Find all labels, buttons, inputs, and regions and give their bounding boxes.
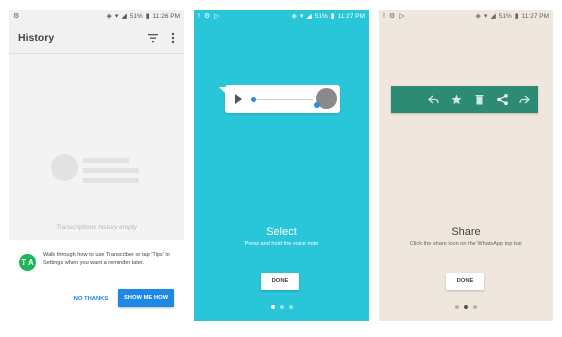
slide-subtitle: Click the share icon on the WhatsApp top…	[409, 241, 523, 247]
bubble-tail	[219, 87, 225, 93]
vibrate-icon: ◈	[475, 13, 481, 20]
page-dot	[270, 305, 275, 309]
wifi-icon: ▾	[299, 13, 304, 20]
page-dot	[288, 305, 293, 309]
filter-icon[interactable]	[147, 32, 159, 44]
battery-icon: ▮	[330, 13, 335, 20]
play-icon[interactable]	[235, 94, 242, 104]
page-dot	[455, 305, 459, 309]
status-time: 11:26 PM	[152, 13, 180, 20]
page-title: History	[18, 32, 55, 44]
status-time: 11:27 PM	[521, 13, 549, 20]
battery-percent: 51%	[129, 13, 143, 20]
show-me-how-button[interactable]: SHOW ME HOW	[118, 289, 174, 307]
signal-icon: ◢	[490, 13, 496, 20]
delete-icon[interactable]	[473, 93, 486, 106]
select-tutorial-screen: ! ⚙ ▷ ◈ ▾ ◢ 51% ▮ 11:27 PM Select Press …	[194, 10, 369, 321]
whatsapp-toolbar	[391, 86, 538, 113]
notification-icon: !	[198, 13, 200, 20]
wifi-icon: ▾	[483, 13, 488, 20]
notification-icon: ⚙	[388, 13, 396, 20]
vibrate-icon: ◈	[106, 13, 112, 20]
share-icon[interactable]	[496, 93, 509, 106]
battery-icon: ▮	[514, 13, 519, 20]
voice-note-bubble[interactable]	[219, 85, 340, 113]
app-bar: History	[9, 24, 184, 54]
battery-percent: 51%	[314, 13, 328, 20]
battery-icon: ▮	[145, 13, 150, 20]
empty-state-text: Transcriptions history empty	[56, 224, 137, 231]
placeholder-avatar	[51, 154, 78, 181]
slide-title: Share	[451, 226, 481, 238]
done-button[interactable]: DONE	[261, 273, 299, 290]
history-screen: ⚙ ◈ ▾ ◢ 51% ▮ 11:26 PM History Transcrip…	[9, 10, 184, 321]
signal-icon: ◢	[121, 13, 127, 20]
page-dot	[464, 305, 468, 309]
done-button[interactable]: DONE	[446, 273, 484, 290]
page-dot	[473, 305, 477, 309]
mic-icon	[314, 102, 320, 108]
notification-icon: !	[383, 13, 385, 20]
page-indicator	[194, 305, 369, 309]
forward-icon[interactable]	[518, 93, 531, 106]
notification-icon: ⚙	[13, 13, 20, 20]
placeholder-line	[83, 178, 139, 183]
audio-scrubber[interactable]	[251, 97, 256, 102]
slide-subtitle: Press and hold the voice note	[244, 241, 319, 247]
slide-title: Select	[266, 226, 297, 238]
play-store-icon: ▷	[399, 13, 405, 20]
app-avatar-icon: T A	[19, 254, 36, 271]
reply-icon[interactable]	[427, 93, 440, 106]
no-thanks-button[interactable]: NO THANKS	[69, 291, 113, 307]
vibrate-icon: ◈	[291, 13, 297, 20]
play-store-icon: ▷	[214, 13, 220, 20]
star-icon[interactable]	[450, 93, 463, 106]
history-list-area: Transcriptions history empty	[9, 54, 184, 240]
more-vert-icon[interactable]	[169, 31, 177, 45]
notification-icon: ⚙	[203, 13, 211, 20]
placeholder-line	[83, 168, 139, 173]
page-dot	[279, 305, 284, 309]
onboarding-tip: T A Walk through how to use Transcriber …	[9, 240, 184, 321]
audio-track[interactable]	[253, 99, 313, 100]
status-bar: ! ⚙ ▷ ◈ ▾ ◢ 51% ▮ 11:27 PM	[194, 10, 369, 24]
tip-text: Walk through how to use Transcriber or t…	[43, 252, 170, 266]
wifi-icon: ▾	[114, 13, 119, 20]
status-bar: ! ⚙ ▷ ◈ ▾ ◢ 51% ▮ 11:27 PM	[379, 10, 553, 24]
page-indicator	[379, 305, 553, 309]
share-tutorial-screen: ! ⚙ ▷ ◈ ▾ ◢ 51% ▮ 11:27 PM Share Click t…	[379, 10, 553, 321]
status-time: 11:27 PM	[337, 13, 365, 20]
status-bar: ⚙ ◈ ▾ ◢ 51% ▮ 11:26 PM	[9, 10, 184, 24]
signal-icon: ◢	[306, 13, 312, 20]
placeholder-line	[83, 158, 129, 163]
battery-percent: 51%	[498, 13, 512, 20]
